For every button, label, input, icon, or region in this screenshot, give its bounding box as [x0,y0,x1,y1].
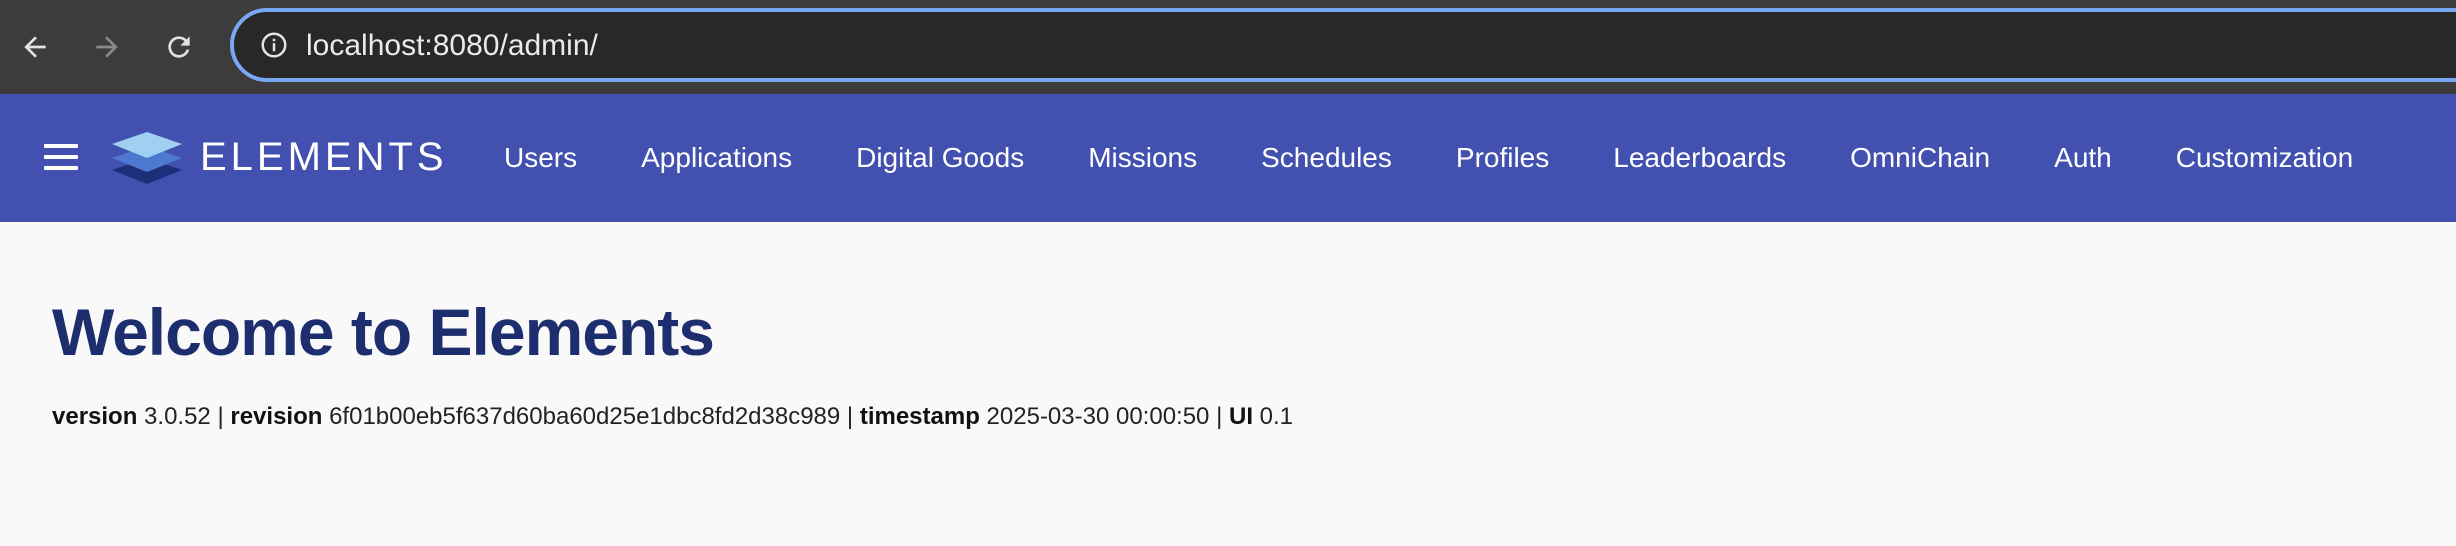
brand-name[interactable]: ELEMENTS [200,134,448,180]
url-path: :8080/admin/ [424,29,598,62]
nav-leaderboards[interactable]: Leaderboards [1581,138,1818,178]
build-info: version 3.0.52 | revision 6f01b00eb5f637… [52,402,2412,432]
reload-button[interactable] [154,22,204,72]
address-bar[interactable]: localhost:8080/admin/ [230,8,2456,82]
hamburger-menu-icon[interactable] [40,138,80,178]
separator: | [1216,403,1223,430]
nav-digital-goods[interactable]: Digital Goods [824,138,1056,178]
nav-users[interactable]: Users [472,138,609,178]
info-circle-icon[interactable] [256,27,292,63]
arrow-left-icon [24,36,46,58]
back-button[interactable] [10,22,60,72]
ui-value: 0.1 [1259,403,1294,430]
version-value: 3.0.52 [144,403,211,430]
reload-icon [168,36,190,58]
nav-customization[interactable]: Customization [2144,138,2385,178]
main-content: Welcome to Elements version 3.0.52 | rev… [52,222,2412,432]
timestamp-value: 2025-03-30 00:00:50 [986,403,1210,430]
nav-omnichain[interactable]: OmniChain [1818,138,2022,178]
revision-label: revision [230,403,323,430]
page-title: Welcome to Elements [52,295,715,369]
arrow-right-icon [96,36,118,58]
version-label: version [52,403,138,430]
url-text[interactable]: localhost:8080/admin/ [306,26,598,66]
nav-profiles[interactable]: Profiles [1424,138,1581,178]
forward-button[interactable] [82,22,132,72]
nav-missions[interactable]: Missions [1056,138,1229,178]
ui-label: UI [1228,403,1253,430]
separator: | [217,403,224,430]
revision-value: 6f01b00eb5f637d60ba60d25e1dbc8fd2d38c989 [329,403,841,430]
browser-toolbar: localhost:8080/admin/ [0,0,2456,94]
app-header: ELEMENTS Users Applications Digital Good… [0,94,2456,222]
layers-logo-icon [112,132,182,184]
separator: | [846,403,854,430]
timestamp-label: timestamp [859,403,980,430]
main-nav: Users Applications Digital Goods Mission… [472,94,2385,222]
nav-schedules[interactable]: Schedules [1229,138,1424,178]
nav-applications[interactable]: Applications [609,138,824,178]
nav-auth[interactable]: Auth [2022,138,2144,178]
url-host: localhost [306,29,425,62]
